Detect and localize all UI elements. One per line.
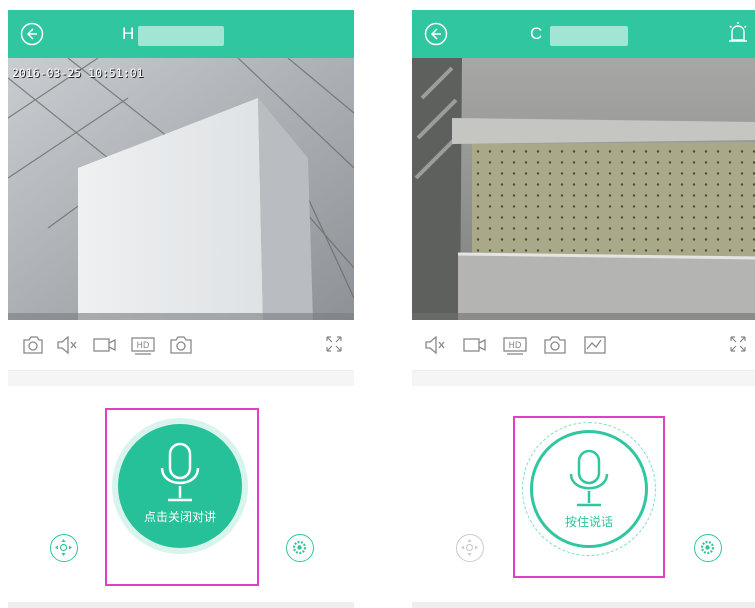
microphone-icon bbox=[569, 449, 609, 507]
fullscreen-icon[interactable] bbox=[324, 334, 344, 354]
settings-button[interactable] bbox=[286, 534, 314, 562]
section-divider bbox=[412, 370, 755, 387]
talk-button-label: 按住说话 bbox=[564, 515, 613, 529]
direction-pad-icon bbox=[55, 539, 72, 556]
back-arrow-icon[interactable] bbox=[20, 22, 44, 46]
redacted-title bbox=[138, 26, 224, 46]
talk-button[interactable]: 点击关闭对讲 bbox=[118, 424, 242, 548]
control-toolbar: HD bbox=[8, 320, 354, 370]
camera-title: C bbox=[530, 24, 543, 43]
camera-view-image bbox=[8, 58, 354, 320]
hd-label: HD bbox=[137, 341, 150, 351]
settings-button[interactable] bbox=[694, 534, 722, 562]
control-toolbar: HD bbox=[412, 320, 755, 370]
record-video-icon[interactable] bbox=[92, 333, 118, 357]
mute-icon[interactable] bbox=[422, 333, 448, 357]
gear-icon bbox=[292, 540, 307, 555]
header-bar: C bbox=[412, 10, 755, 58]
camera-title: H bbox=[122, 24, 135, 43]
snapshot-icon[interactable] bbox=[168, 333, 194, 357]
direction-pad-icon bbox=[461, 539, 478, 556]
ptz-control-button[interactable] bbox=[456, 534, 484, 562]
redacted-title bbox=[550, 26, 628, 46]
header-bar: H bbox=[8, 10, 354, 58]
image-adjust-icon[interactable] bbox=[582, 333, 608, 357]
hd-icon[interactable]: HD bbox=[130, 333, 156, 357]
ptz-control-button[interactable] bbox=[50, 534, 78, 562]
record-video-icon[interactable] bbox=[462, 333, 488, 357]
gear-icon bbox=[700, 540, 715, 555]
camera-view-image bbox=[412, 58, 755, 320]
mute-icon[interactable] bbox=[54, 333, 80, 357]
video-timestamp: 2016-03-25 10:51:01 bbox=[12, 66, 144, 80]
push-to-talk-button[interactable]: 按住说话 bbox=[530, 430, 648, 548]
back-arrow-icon[interactable] bbox=[424, 22, 448, 46]
microphone-icon bbox=[160, 442, 200, 502]
video-feed[interactable]: 2016-03-25 10:51:01 bbox=[8, 58, 354, 320]
rotate-camera-icon[interactable] bbox=[20, 333, 46, 357]
bottom-strip bbox=[8, 602, 354, 608]
talk-button-label: 点击关闭对讲 bbox=[143, 510, 216, 524]
snapshot-icon[interactable] bbox=[542, 333, 568, 357]
video-feed[interactable] bbox=[412, 58, 755, 320]
fullscreen-icon[interactable] bbox=[728, 334, 748, 354]
alarm-icon[interactable] bbox=[726, 20, 750, 46]
phone-screen-right: C HD 按住说话 bbox=[412, 10, 755, 608]
hd-icon[interactable]: HD bbox=[502, 333, 528, 357]
bottom-strip bbox=[412, 602, 755, 608]
hd-label: HD bbox=[509, 341, 522, 351]
phone-screen-left: H 2016-03-25 10:51:01 HD 点击关闭对讲 bbox=[8, 10, 354, 608]
section-divider bbox=[8, 370, 354, 387]
